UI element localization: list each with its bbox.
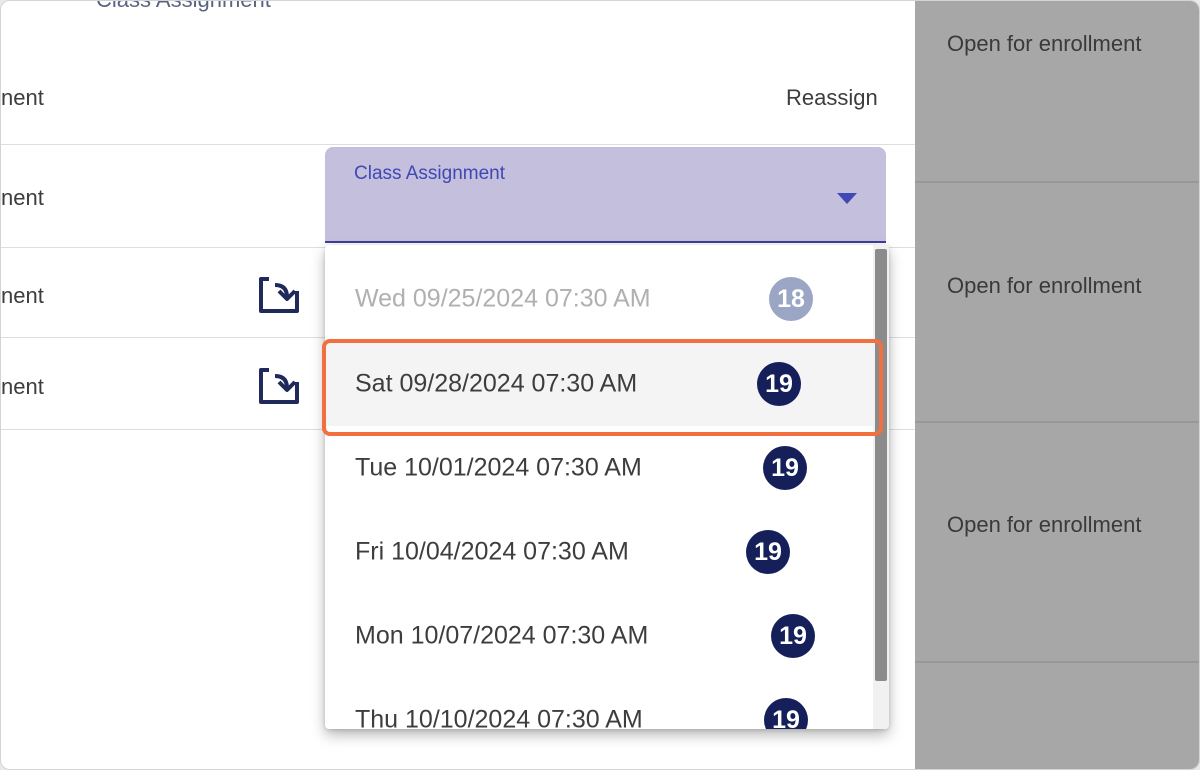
reassign-icon[interactable]: [255, 362, 303, 406]
enrollment-count-badge: 18: [769, 277, 813, 321]
status-column: Open for enrollment Open for enrollment …: [915, 1, 1199, 769]
scrollbar-thumb[interactable]: [875, 249, 887, 681]
enrollment-count-badge: 19: [771, 614, 815, 658]
enrollment-count-badge: 19: [757, 362, 801, 406]
option-label: Fri 10/04/2024 07:30 AM: [355, 537, 629, 566]
class-assignment-card: Class Assignment nent Reassign nent nent…: [0, 0, 1200, 770]
select-label: Class Assignment: [354, 163, 506, 184]
dropdown-arrow-icon[interactable]: [837, 192, 857, 204]
column-header-reassign: Reassign: [786, 85, 878, 110]
enrollment-count-badge: 19: [763, 446, 807, 490]
option-label: Mon 10/07/2024 07:30 AM: [355, 621, 649, 650]
row-divider: [1, 144, 915, 145]
reassign-icon[interactable]: [255, 271, 303, 315]
option-class-date[interactable]: Fri 10/04/2024 07:30 AM 19: [325, 510, 873, 594]
enrollment-count-badge: 19: [764, 698, 808, 729]
status-cell: Open for enrollment: [915, 423, 1199, 661]
status-text: Open for enrollment: [947, 273, 1142, 298]
column-header-assignment: nent: [1, 85, 44, 110]
row-2-assignment: nent: [1, 283, 44, 308]
option-class-date[interactable]: Thu 10/10/2024 07:30 AM 19: [325, 678, 873, 729]
row-3-assignment: nent: [1, 374, 44, 399]
dropdown-scrollbar[interactable]: [873, 245, 889, 729]
option-class-date[interactable]: Tue 10/01/2024 07:30 AM 19: [325, 426, 873, 510]
option-label: Sat 09/28/2024 07:30 AM: [355, 369, 638, 398]
option-label: Tue 10/01/2024 07:30 AM: [355, 453, 642, 482]
option-class-date[interactable]: Sat 09/28/2024 07:30 AM 19: [325, 342, 873, 426]
row-1-assignment: nent: [1, 185, 44, 210]
option-label: Wed 09/25/2024 07:30 AM: [355, 284, 651, 313]
class-assignment-select[interactable]: Class Assignment: [325, 147, 886, 243]
enrollment-count-badge: 19: [746, 530, 790, 574]
status-cell: Open for enrollment: [915, 1, 1199, 181]
option-class-date[interactable]: Mon 10/07/2024 07:30 AM 19: [325, 594, 873, 678]
class-assignment-dropdown: Wed 09/25/2024 07:30 AM 18 Sat 09/28/202…: [325, 245, 889, 729]
option-class-date: Wed 09/25/2024 07:30 AM 18: [325, 257, 873, 341]
status-cell: Open for enrollment: [915, 183, 1199, 421]
status-text: Open for enrollment: [947, 512, 1142, 537]
panel-title: Class Assignment: [96, 1, 271, 13]
option-label: Thu 10/10/2024 07:30 AM: [355, 705, 643, 730]
status-divider: [915, 661, 1199, 663]
status-text: Open for enrollment: [947, 31, 1142, 56]
assignment-table: Class Assignment nent Reassign nent nent…: [1, 1, 915, 769]
